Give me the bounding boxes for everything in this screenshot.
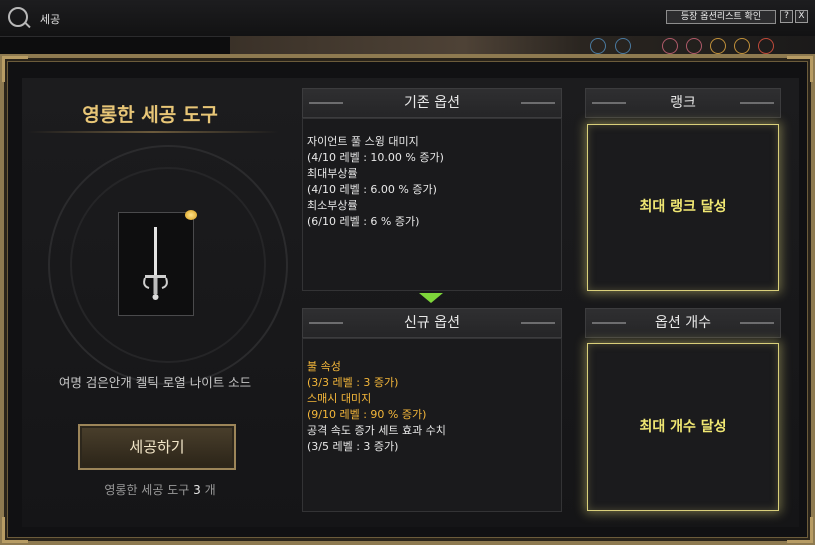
new-option-line: 불 속성 [307,360,341,373]
rank-header: 랭크 [585,88,781,118]
existing-option-line: 최대부상률 [307,167,358,180]
swap-icon[interactable] [185,210,197,220]
skill-slot-icon [590,38,606,54]
tool-count-value: 3 [193,483,201,497]
new-option-line: 스매시 대미지 [307,392,372,405]
tool-count: 영롱한 세공 도구 3 개 [60,481,260,498]
close-button[interactable]: X [795,10,808,23]
rank-status: 최대 랭크 달성 [639,199,727,215]
new-option-line: (3/5 레벨 : 3 증가) [307,440,399,453]
new-options-title: 신규 옵션 [404,315,460,331]
header-ornament [309,102,343,104]
rank-status-box: 최대 랭크 달성 [587,124,779,291]
reforge-tool-title: 영롱한 세공 도구 [82,104,218,126]
existing-option-line: (6/10 레벨 : 6 % 증가) [307,215,420,228]
header-ornament [740,102,774,104]
background-scene [230,36,815,54]
skill-slot-icon [758,38,774,54]
new-option-line: (3/3 레벨 : 3 증가) [307,376,399,389]
option-list-button[interactable]: 등장 옵션리스트 확인 [666,10,776,24]
new-option-line: (9/10 레벨 : 90 % 증가) [307,408,427,421]
option-count-title: 옵션 개수 [655,315,711,331]
title-bar: 세공 등장 옵션리스트 확인 ? X [0,0,815,37]
arrow-down-icon [419,293,443,303]
existing-option-line: (4/10 레벨 : 6.00 % 증가) [307,183,437,196]
new-options-header: 신규 옵션 [302,308,562,338]
new-options-list: 불 속성 (3/3 레벨 : 3 증가) 스매시 대미지 (9/10 레벨 : … [302,338,562,512]
existing-option-line: 자이언트 풀 스윙 대미지 [307,135,419,148]
header-ornament [592,102,626,104]
existing-options-header: 기존 옵션 [302,88,562,118]
header-ornament [309,322,343,324]
skill-slot-icon [686,38,702,54]
skill-slot-icon [662,38,678,54]
header-ornament [521,322,555,324]
skill-slot-icon [710,38,726,54]
existing-options-title: 기존 옵션 [404,95,460,111]
skill-slot-icon [615,38,631,54]
tool-count-unit: 개 [204,483,216,497]
existing-options-list: 자이언트 풀 스윙 대미지 (4/10 레벨 : 10.00 % 증가) 최대부… [302,118,562,291]
header-ornament [592,322,626,324]
window-title: 세공 [40,13,61,26]
skill-slot-icon [734,38,750,54]
existing-option-line: (4/10 레벨 : 10.00 % 증가) [307,151,444,164]
new-option-line: 공격 속도 증가 세트 효과 수치 [307,424,446,437]
reforge-button[interactable]: 세공하기 [78,424,236,470]
item-name: 여명 검은안개 켈틱 로열 나이트 소드 [58,375,252,390]
tool-count-label: 영롱한 세공 도구 [104,483,190,497]
rank-title: 랭크 [670,95,696,111]
search-icon [8,7,28,27]
header-ornament [740,322,774,324]
option-count-status: 최대 개수 달성 [639,419,727,435]
existing-option-line: 최소부상률 [307,199,358,212]
header-ornament [521,102,555,104]
divider [28,131,278,133]
help-button[interactable]: ? [780,10,793,23]
sword-icon [143,227,168,300]
option-count-status-box: 최대 개수 달성 [587,343,779,511]
option-count-header: 옵션 개수 [585,308,781,338]
